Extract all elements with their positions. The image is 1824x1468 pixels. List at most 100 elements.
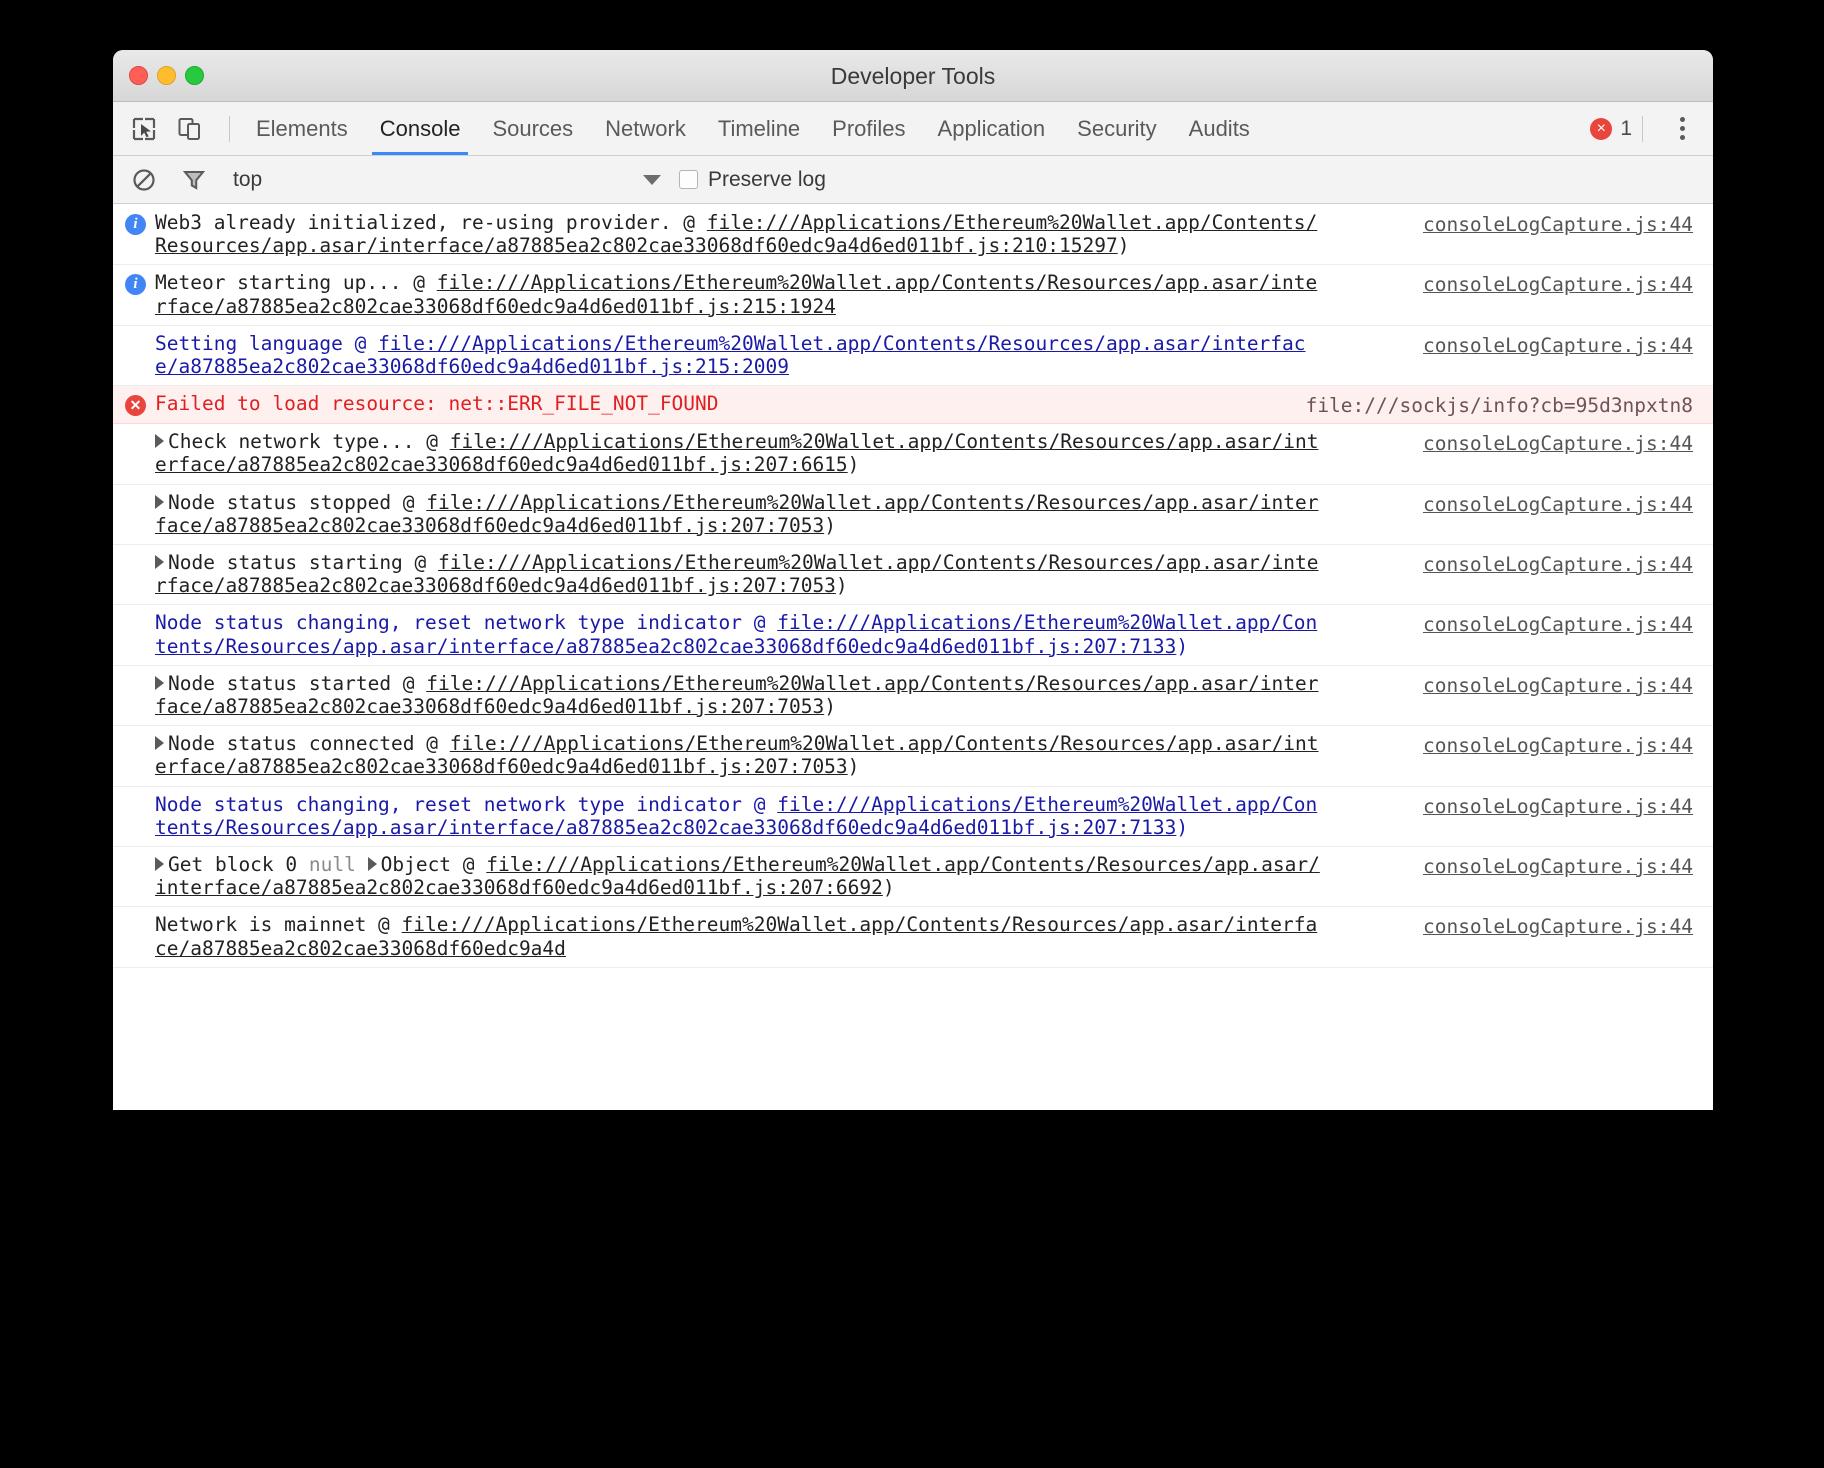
inspect-element-icon[interactable] xyxy=(127,112,161,146)
error-icon: ✕ xyxy=(125,395,146,417)
devtools-tabbar: Elements Console Sources Network Timelin… xyxy=(113,102,1713,156)
preserve-log-label: Preserve log xyxy=(708,167,826,191)
message-gutter xyxy=(125,735,151,757)
javascript-context-label[interactable]: top xyxy=(233,168,262,192)
message-suffix: ) xyxy=(1117,234,1130,258)
console-message-row[interactable]: Node status changing, reset network type… xyxy=(113,787,1713,848)
message-gutter xyxy=(125,856,151,878)
message-origin-link[interactable]: consoleLogCapture.js:44 xyxy=(1423,915,1693,938)
message-gutter xyxy=(125,433,151,455)
message-origin-link[interactable]: consoleLogCapture.js:44 xyxy=(1423,795,1693,818)
message-label: Node status starting @ xyxy=(168,551,439,575)
message-suffix: ) xyxy=(824,513,836,537)
devtools-tool-icons xyxy=(113,112,240,146)
message-suffix: ) xyxy=(847,453,860,477)
console-message-row[interactable]: Node status stopped @ file:///Applicatio… xyxy=(113,485,1713,546)
message-label: Node status changing, reset network type… xyxy=(155,611,778,635)
devtools-window: Developer Tools Elements Console Sources xyxy=(113,50,1713,1110)
console-message-row[interactable]: Network is mainnet @ file:///Application… xyxy=(113,907,1713,968)
console-message-row[interactable]: i Meteor starting up... @ file:///Applic… xyxy=(113,265,1713,326)
console-message-row[interactable]: Node status starting @ file:///Applicati… xyxy=(113,545,1713,606)
tabbar-right-group: × 1 xyxy=(1590,112,1713,146)
tab-timeline[interactable]: Timeline xyxy=(702,102,816,155)
expand-triangle-icon[interactable] xyxy=(155,434,164,449)
null-token: null xyxy=(308,853,356,877)
console-message-row[interactable]: Get block 0 null Object @ file:///Applic… xyxy=(113,847,1713,908)
message-gutter xyxy=(125,796,151,818)
console-message-row[interactable]: Node status changing, reset network type… xyxy=(113,605,1713,666)
message-gutter: i xyxy=(125,274,151,296)
message-label: Get block 0 xyxy=(168,853,309,877)
expand-triangle-icon[interactable] xyxy=(155,494,164,509)
tab-elements[interactable]: Elements xyxy=(240,102,364,155)
clear-console-icon[interactable] xyxy=(127,163,161,197)
message-suffix: ) xyxy=(1176,634,1189,658)
tab-sources[interactable]: Sources xyxy=(476,102,589,155)
message-label: Failed to load resource: net::ERR_FILE_N… xyxy=(155,392,719,416)
object-token[interactable]: Object xyxy=(381,853,451,876)
message-gutter xyxy=(125,335,151,357)
chevron-down-icon[interactable] xyxy=(643,174,661,185)
devtools-tab-list: Elements Console Sources Network Timelin… xyxy=(240,102,1266,155)
error-count-badge[interactable]: × 1 xyxy=(1590,117,1632,141)
message-suffix: ) xyxy=(847,755,860,779)
message-label: Node status changing, reset network type… xyxy=(155,792,778,816)
expand-triangle-icon[interactable] xyxy=(155,736,164,751)
message-label: Node status stopped @ xyxy=(168,490,427,514)
preserve-log-toggle[interactable]: Preserve log xyxy=(679,168,826,192)
message-gutter xyxy=(125,494,151,516)
console-message-row-error[interactable]: ✕ Failed to load resource: net::ERR_FILE… xyxy=(113,386,1713,425)
message-gutter xyxy=(125,916,151,938)
console-message-row[interactable]: Check network type... @ file:///Applicat… xyxy=(113,424,1713,485)
tabbar-right-divider xyxy=(1642,115,1643,142)
devtools-menu-icon[interactable] xyxy=(1667,112,1697,146)
message-origin-link[interactable]: consoleLogCapture.js:44 xyxy=(1423,674,1693,697)
message-origin-link[interactable]: consoleLogCapture.js:44 xyxy=(1423,613,1693,636)
toggle-device-toolbar-icon[interactable] xyxy=(173,112,207,146)
error-count-label: 1 xyxy=(1620,116,1632,140)
filter-icon[interactable] xyxy=(177,163,211,197)
expand-triangle-icon[interactable] xyxy=(155,555,164,570)
message-origin-link[interactable]: consoleLogCapture.js:44 xyxy=(1423,273,1693,296)
console-message-row[interactable]: Node status connected @ file:///Applicat… xyxy=(113,726,1713,787)
console-message-list[interactable]: i Web3 already initialized, re-using pro… xyxy=(113,205,1713,1110)
message-origin-link[interactable]: consoleLogCapture.js:44 xyxy=(1423,855,1693,878)
tab-network[interactable]: Network xyxy=(589,102,702,155)
preserve-log-checkbox[interactable] xyxy=(679,170,698,189)
console-filter-toolbar: top Preserve log xyxy=(113,156,1713,204)
message-suffix: ) xyxy=(1176,815,1189,839)
message-origin-link[interactable]: consoleLogCapture.js:44 xyxy=(1423,553,1693,576)
message-label: Node status connected @ xyxy=(168,732,450,756)
info-icon: i xyxy=(125,274,146,296)
message-gutter xyxy=(125,675,151,697)
tab-audits[interactable]: Audits xyxy=(1173,102,1266,155)
error-icon: × xyxy=(1590,117,1613,140)
message-gutter xyxy=(125,554,151,576)
console-message-row[interactable]: i Web3 already initialized, re-using pro… xyxy=(113,205,1713,266)
tab-security[interactable]: Security xyxy=(1061,102,1172,155)
console-message-row[interactable]: Setting language @ file:///Applications/… xyxy=(113,326,1713,387)
tab-console[interactable]: Console xyxy=(364,102,477,155)
message-gutter: i xyxy=(125,214,151,236)
message-suffix: ) xyxy=(882,876,895,900)
message-label: Web3 already initialized, re-using provi… xyxy=(155,211,707,234)
expand-triangle-icon[interactable] xyxy=(155,675,164,690)
message-origin-link[interactable]: consoleLogCapture.js:44 xyxy=(1423,213,1693,236)
message-label: Node status started @ xyxy=(168,671,427,695)
message-origin-link[interactable]: consoleLogCapture.js:44 xyxy=(1423,734,1693,757)
message-label: Network is mainnet @ xyxy=(155,913,402,937)
console-message-row[interactable]: Node status started @ file:///Applicatio… xyxy=(113,666,1713,727)
message-suffix: ) xyxy=(835,574,848,598)
message-label: Check network type... @ xyxy=(168,430,450,454)
toolbar-divider xyxy=(229,115,230,142)
tab-application[interactable]: Application xyxy=(922,102,1062,155)
expand-object-triangle-icon[interactable] xyxy=(367,857,377,872)
expand-triangle-icon[interactable] xyxy=(155,857,164,872)
tab-profiles[interactable]: Profiles xyxy=(816,102,921,155)
message-suffix: ) xyxy=(824,695,836,719)
message-origin-link[interactable]: consoleLogCapture.js:44 xyxy=(1423,493,1693,516)
message-origin-link[interactable]: consoleLogCapture.js:44 xyxy=(1423,432,1693,455)
message-gutter xyxy=(125,614,151,636)
message-label: Setting language @ xyxy=(155,331,379,355)
message-origin-link[interactable]: consoleLogCapture.js:44 xyxy=(1423,334,1693,357)
